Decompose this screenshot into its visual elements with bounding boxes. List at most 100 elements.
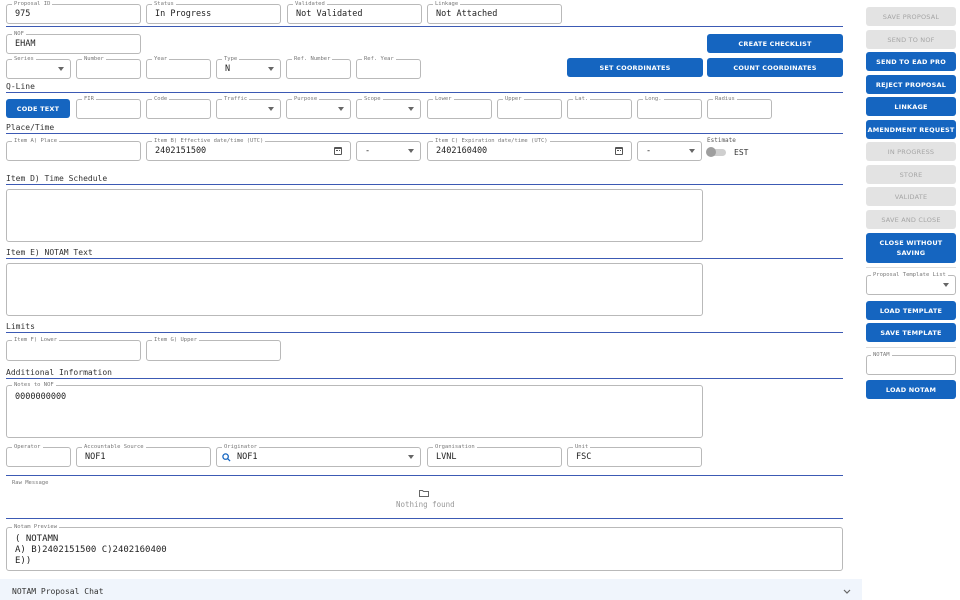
- proposal-id-label: Proposal ID: [12, 0, 53, 8]
- operator-label: Operator: [12, 443, 43, 451]
- chat-title: NOTAM Proposal Chat: [12, 587, 104, 596]
- item-c-expiration-field[interactable]: Item C) Expiration date/time (UTC) 24021…: [427, 137, 632, 161]
- chevron-down-icon: [689, 149, 695, 153]
- nof-field[interactable]: NOF EHAM: [6, 30, 141, 54]
- set-coordinates-button[interactable]: SET COORDINATES: [567, 58, 703, 77]
- notam-preview-box: Notam Preview ( NOTAMN A) B)2402151500 C…: [6, 523, 843, 571]
- limits-divider: [6, 332, 843, 333]
- year-field[interactable]: Year: [146, 55, 211, 79]
- item-d-textarea[interactable]: [6, 189, 703, 242]
- save-and-close-button[interactable]: SAVE AND CLOSE: [866, 210, 956, 229]
- proposal-id-value: 975: [15, 9, 31, 19]
- reject-proposal-button[interactable]: REJECT PROPOSAL: [866, 75, 956, 94]
- amendment-request-button[interactable]: AMENDMENT REQUEST: [866, 120, 956, 139]
- calendar-icon[interactable]: [334, 147, 342, 155]
- number-field[interactable]: Number: [76, 55, 141, 79]
- linkage-field[interactable]: Linkage Not Attached: [427, 0, 562, 24]
- series-select[interactable]: Series: [6, 55, 71, 79]
- notes-to-nof-textarea[interactable]: Notes to NOF 0000000000: [6, 381, 703, 438]
- place-time-divider: [6, 133, 843, 134]
- fir-field[interactable]: FIR: [76, 95, 141, 119]
- nothing-found-text: Nothing found: [396, 500, 455, 509]
- accountable-value: NOF1: [85, 452, 106, 462]
- create-checklist-button[interactable]: CREATE CHECKLIST: [707, 34, 843, 53]
- traffic-select[interactable]: Traffic: [216, 95, 281, 119]
- side-divider: [866, 347, 956, 348]
- organisation-label: Organisation: [433, 443, 477, 451]
- close-without-saving-line2: SAVING: [896, 249, 926, 257]
- item-b-label: Item B) Effective date/time (UTC): [152, 137, 266, 145]
- close-without-saving-button[interactable]: CLOSE WITHOUT SAVING: [866, 233, 956, 263]
- item-f-lower-field[interactable]: Item F) Lower: [6, 336, 141, 361]
- save-template-button[interactable]: SAVE TEMPLATE: [866, 323, 956, 342]
- code-text-button[interactable]: CODE TEXT: [6, 99, 70, 118]
- send-to-nof-button[interactable]: SEND TO NOF: [866, 30, 956, 49]
- estimate-value: EST: [734, 148, 749, 157]
- unit-field[interactable]: Unit FSC: [567, 443, 702, 467]
- item-c-modifier-select[interactable]: -: [637, 141, 702, 161]
- ref-year-label: Ref. Year: [362, 55, 396, 63]
- close-without-saving-line1: CLOSE WITHOUT: [879, 239, 943, 247]
- long-field[interactable]: Long.: [637, 95, 702, 119]
- ref-number-label: Ref. Number: [292, 55, 333, 63]
- operator-field[interactable]: Operator: [6, 443, 71, 467]
- organisation-field[interactable]: Organisation LVNL: [427, 443, 562, 467]
- estimate-label: Estimate: [707, 137, 736, 144]
- code-label: Code: [152, 95, 170, 103]
- validated-field[interactable]: Validated Not Validated: [287, 0, 422, 24]
- in-progress-button[interactable]: IN PROGRESS: [866, 142, 956, 161]
- linkage-button[interactable]: LINKAGE: [866, 97, 956, 116]
- originator-label: Originator: [222, 443, 260, 451]
- type-value: N: [225, 64, 231, 74]
- save-proposal-button[interactable]: SAVE PROPOSAL: [866, 7, 956, 26]
- calendar-icon[interactable]: [615, 147, 623, 155]
- accountable-source-field[interactable]: Accountable Source NOF1: [76, 443, 211, 467]
- item-a-place-field[interactable]: Item A) Place: [6, 137, 141, 161]
- place-time-title: Place/Time: [6, 123, 55, 132]
- lower-field[interactable]: Lower: [427, 95, 492, 119]
- chevron-down-icon: [338, 107, 344, 111]
- item-b-effective-field[interactable]: Item B) Effective date/time (UTC) 240215…: [146, 137, 351, 161]
- item-b-modifier-value: -: [365, 146, 371, 156]
- accountable-label: Accountable Source: [82, 443, 146, 451]
- item-b-modifier-select[interactable]: -: [356, 141, 421, 161]
- type-select[interactable]: Type N: [216, 55, 281, 79]
- chevron-down-icon[interactable]: [843, 589, 851, 595]
- proposal-template-list-select[interactable]: Proposal Template List: [866, 271, 956, 295]
- load-template-button[interactable]: LOAD TEMPLATE: [866, 301, 956, 320]
- chevron-down-icon: [408, 149, 414, 153]
- ref-number-field[interactable]: Ref. Number: [286, 55, 351, 79]
- proposal-id-field[interactable]: Proposal ID 975: [6, 0, 141, 24]
- fir-label: FIR: [82, 95, 96, 103]
- preview-divider: [6, 518, 843, 519]
- purpose-select[interactable]: Purpose: [286, 95, 351, 119]
- item-e-textarea[interactable]: [6, 263, 703, 316]
- estimate-toggle[interactable]: [706, 147, 728, 157]
- ref-year-field[interactable]: Ref. Year: [356, 55, 421, 79]
- store-button[interactable]: STORE: [866, 165, 956, 184]
- radius-field[interactable]: Radius: [707, 95, 772, 119]
- notam-proposal-chat-panel[interactable]: NOTAM Proposal Chat: [0, 579, 862, 600]
- traffic-label: Traffic: [222, 95, 250, 103]
- code-field[interactable]: Code: [146, 95, 211, 119]
- notam-input[interactable]: NOTAM: [866, 351, 956, 375]
- validate-button[interactable]: VALIDATE: [866, 187, 956, 206]
- send-to-ead-pro-button[interactable]: SEND TO EAD PRO: [866, 52, 956, 71]
- validated-label: Validated: [293, 0, 327, 8]
- notam-label: NOTAM: [871, 351, 892, 359]
- item-b-value: 2402151500: [155, 146, 207, 156]
- upper-field[interactable]: Upper: [497, 95, 562, 119]
- item-d-divider: [6, 184, 843, 185]
- scope-select[interactable]: Scope: [356, 95, 421, 119]
- item-e-title: Item E) NOTAM Text: [6, 248, 93, 257]
- status-field[interactable]: Status In Progress: [146, 0, 281, 24]
- type-label: Type: [222, 55, 240, 63]
- load-notam-button[interactable]: LOAD NOTAM: [866, 380, 956, 399]
- template-list-label: Proposal Template List: [871, 271, 948, 279]
- radius-label: Radius: [713, 95, 737, 103]
- chevron-down-icon: [58, 67, 64, 71]
- originator-select[interactable]: Originator NOF1: [216, 443, 421, 467]
- item-g-upper-field[interactable]: Item G) Upper: [146, 336, 281, 361]
- count-coordinates-button[interactable]: COUNT COORDINATES: [707, 58, 843, 77]
- lat-field[interactable]: Lat.: [567, 95, 632, 119]
